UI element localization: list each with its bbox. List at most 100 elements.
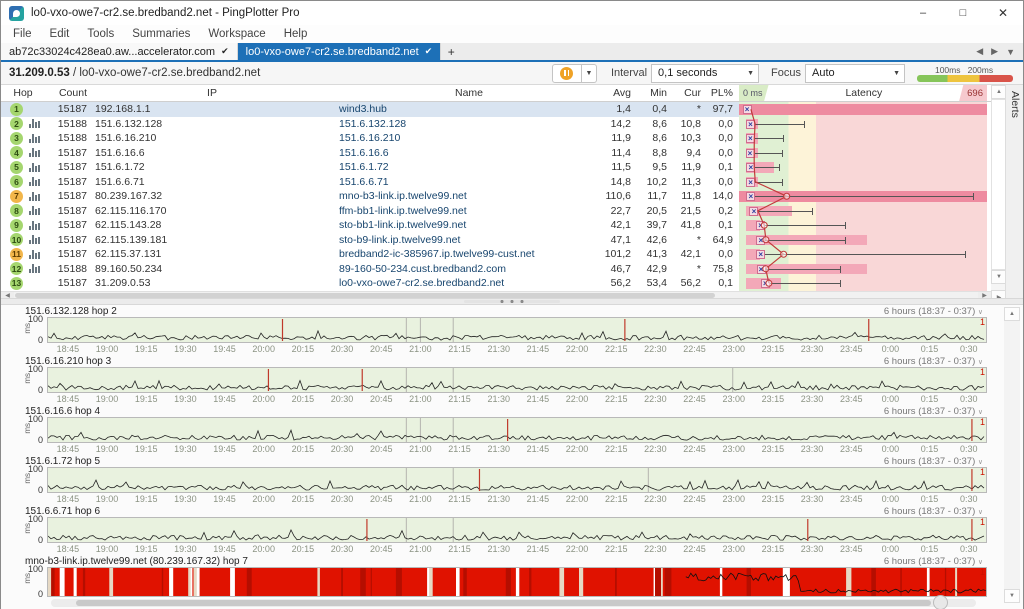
x-tick-label: 19:15 <box>135 444 158 454</box>
graph-title-row: mno-b3-link.ip.twelve99.net (80.239.167.… <box>1 555 1023 567</box>
table-row-hop-12[interactable]: 121518889.160.50.23489-160-50-234.cust.b… <box>1 262 991 277</box>
trace-tab-1[interactable]: lo0-vxo-owe7-cr2.se.bredband2.net✔ <box>238 43 442 60</box>
x-tick-label: 23:30 <box>801 544 824 554</box>
new-tab-button[interactable]: + <box>441 43 461 60</box>
whisker-tick <box>973 193 974 200</box>
hop-graph-toggle[interactable] <box>23 276 45 291</box>
graph-range-selector[interactable]: 6 hours (18:37 - 0:37) ∨ <box>884 406 983 417</box>
trace-tab-0[interactable]: ab72c33024c428ea0.aw...accelerator.com✔ <box>1 43 238 60</box>
latency-graph-cell: × <box>739 117 987 132</box>
graphs-vertical-scrollbar[interactable]: ▲ ▼ <box>1004 307 1020 607</box>
graphs-horizontal-scrollbar[interactable] <box>51 599 976 607</box>
hop-number-cell: 11 <box>1 247 23 262</box>
pause-dropdown[interactable]: ▼ <box>582 64 597 83</box>
avg-cell: 22,7 <box>601 204 637 219</box>
cur-cell: 11,9 <box>673 160 707 175</box>
x-tick-label: 20:15 <box>292 444 315 454</box>
menu-item-summaries[interactable]: Summaries <box>123 28 199 40</box>
graphs-hscroll-thumb[interactable] <box>76 600 931 606</box>
menu-item-workspace[interactable]: Workspace <box>199 28 274 40</box>
col-header-cur[interactable]: Cur <box>673 87 707 99</box>
menu-item-edit[interactable]: Edit <box>41 28 79 40</box>
minimize-button[interactable]: – <box>903 1 943 25</box>
close-button[interactable]: ✕ <box>983 1 1023 25</box>
graph-plot-area[interactable]: 1 <box>47 317 987 343</box>
graph-range-selector[interactable]: 6 hours (18:37 - 0:37) ∨ <box>884 306 983 317</box>
menu-item-file[interactable]: File <box>4 28 41 40</box>
graph-plot-area[interactable]: 1 <box>47 417 987 443</box>
tab-list-icon[interactable]: ▼ <box>1006 47 1015 57</box>
pause-icon <box>560 67 573 80</box>
x-tick-label: 21:45 <box>527 394 550 404</box>
graph-plot-area[interactable]: 1 <box>47 467 987 493</box>
table-row-hop-7[interactable]: 71518780.239.167.32mno-b3-link.ip.twelve… <box>1 189 991 204</box>
graph-x-axis: 18:4519:0019:1519:3019:4520:0020:1520:30… <box>47 543 987 555</box>
app-window: lo0-vxo-owe7-cr2.se.bredband2.net - Ping… <box>0 0 1024 609</box>
hop-graph-toggle[interactable] <box>23 189 45 204</box>
col-header-avg[interactable]: Avg <box>601 87 637 99</box>
scroll-up-icon[interactable]: ▲ <box>1004 307 1020 321</box>
hop-graph-toggle[interactable] <box>23 131 45 146</box>
table-row-hop-5[interactable]: 515187151.6.1.72151.6.1.7211,59,511,90,1… <box>1 160 991 175</box>
hop-number-badge: 1 <box>10 103 23 116</box>
x-tick-label: 21:15 <box>448 544 471 554</box>
table-row-hop-10[interactable]: 101518762.115.139.181sto-b9-link.ip.twel… <box>1 233 991 248</box>
hop-graph-toggle[interactable] <box>23 160 45 175</box>
hop-graph-toggle[interactable] <box>23 262 45 277</box>
scroll-down-icon[interactable]: ▼ <box>1004 589 1020 603</box>
graph-range-selector[interactable]: 6 hours (18:37 - 0:37) ∨ <box>884 356 983 367</box>
y-min-label: 0 <box>38 385 43 395</box>
hop-graph-toggle[interactable] <box>23 175 45 190</box>
col-header-hop[interactable]: Hop <box>1 87 45 99</box>
table-row-hop-2[interactable]: 215188151.6.132.128151.6.132.12814,28,61… <box>1 117 991 132</box>
hop-number-cell: 5 <box>1 160 23 175</box>
alerts-tab[interactable]: Alerts <box>1009 89 1021 118</box>
table-row-hop-3[interactable]: 315188151.6.16.210151.6.16.21011,98,610,… <box>1 131 991 146</box>
maximize-button[interactable]: □ <box>943 1 983 25</box>
x-tick-label: 0:00 <box>882 494 900 504</box>
graph-range-selector[interactable]: 6 hours (18:37 - 0:37) ∨ <box>884 456 983 467</box>
col-header-pl[interactable]: PL% <box>707 87 739 99</box>
graph-y-axis: 100ms0 <box>1 417 47 443</box>
hop-graph-toggle[interactable] <box>23 247 45 262</box>
table-row-hop-6[interactable]: 615187151.6.6.71151.6.6.7114,810,211,30,… <box>1 175 991 190</box>
table-row-hop-13[interactable]: 131518731.209.0.53lo0-vxo-owe7-cr2.se.br… <box>1 276 991 291</box>
hop-graph-toggle[interactable] <box>23 233 45 248</box>
graphs-hscroll-knob[interactable] <box>933 595 948 609</box>
menu-item-tools[interactable]: Tools <box>78 28 123 40</box>
x-tick-label: 22:45 <box>683 394 706 404</box>
table-row-hop-4[interactable]: 415187151.6.16.6151.6.16.611,48,89,40,0× <box>1 146 991 161</box>
col-header-min[interactable]: Min <box>637 87 673 99</box>
interval-select[interactable]: 0,1 seconds▼ <box>651 64 759 83</box>
table-row-hop-9[interactable]: 91518762.115.143.28sto-bb1-link.ip.twelv… <box>1 218 991 233</box>
menu-item-help[interactable]: Help <box>275 28 317 40</box>
col-header-ip[interactable]: IP <box>87 87 337 99</box>
tab-scroll-right-icon[interactable]: ▶ <box>991 46 998 57</box>
graphs-scroll-track[interactable] <box>1004 321 1020 589</box>
graph-plot-area[interactable]: 1 <box>47 567 987 597</box>
col-header-name[interactable]: Name <box>337 87 601 99</box>
graph-range-selector[interactable]: 6 hours (18:37 - 0:37) ∨ <box>884 506 983 517</box>
hop-graph-toggle[interactable] <box>23 102 45 117</box>
hop-graph-toggle[interactable] <box>23 204 45 219</box>
table-row-hop-1[interactable]: 115187192.168.1.1wind3.hub1,40,4*97,7× <box>1 102 991 117</box>
avg-cell: 110,6 <box>601 189 637 204</box>
graph-plot-area[interactable]: 1 <box>47 367 987 393</box>
table-row-hop-11[interactable]: 111518762.115.37.131bredband2-ic-385967.… <box>1 247 991 262</box>
col-header-count[interactable]: Count <box>45 87 87 99</box>
x-tick-label: 0:15 <box>921 494 939 504</box>
table-row-hop-8[interactable]: 81518762.115.116.170ffm-bb1-link.ip.twel… <box>1 204 991 219</box>
tab-scroll-left-icon[interactable]: ◀ <box>976 46 983 57</box>
table-horizontal-scrollbar[interactable]: ◀ ▶ <box>1 291 991 298</box>
hop-graph-toggle[interactable] <box>23 146 45 161</box>
pause-button[interactable] <box>552 64 582 83</box>
hop-number-badge: 6 <box>10 175 23 188</box>
focus-select[interactable]: Auto▼ <box>805 64 905 83</box>
splitter-handle[interactable] <box>1 298 1023 305</box>
hop-graph-toggle[interactable] <box>23 117 45 132</box>
x-tick-label: 0:30 <box>960 544 978 554</box>
hop-graph-toggle[interactable] <box>23 218 45 233</box>
graph-range-selector[interactable]: 6 hours (18:37 - 0:37) ∨ <box>884 556 983 567</box>
graph-plot-area[interactable]: 1 <box>47 517 987 543</box>
pl-cell: 0,0 <box>707 131 739 146</box>
